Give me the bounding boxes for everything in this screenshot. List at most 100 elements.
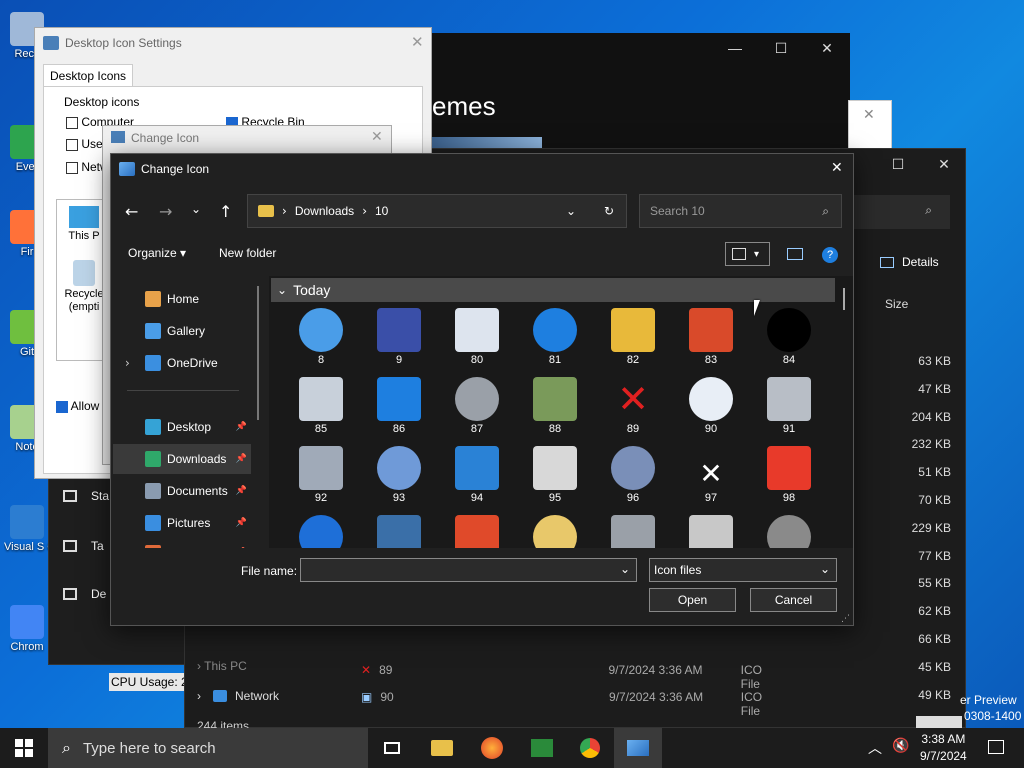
up-button[interactable]: ↑: [219, 202, 232, 221]
chevron-down-icon[interactable]: ⌄: [620, 562, 630, 576]
file-item[interactable]: 94: [442, 442, 512, 508]
file-item[interactable]: 8: [286, 304, 356, 370]
file-item[interactable]: 82: [598, 304, 668, 370]
file-item[interactable]: ✕ 97: [676, 442, 746, 508]
file-item[interactable]: [754, 511, 824, 548]
nav-item-gallery[interactable]: Gallery: [113, 316, 251, 346]
file-item[interactable]: 93: [364, 442, 434, 508]
notifications-icon[interactable]: [988, 740, 1004, 754]
view-button[interactable]: ▾: [725, 242, 770, 266]
file-item[interactable]: [676, 511, 746, 548]
file-item[interactable]: 96: [598, 442, 668, 508]
file-item[interactable]: 85: [286, 373, 356, 439]
task-view-button[interactable]: [368, 728, 416, 768]
checkbox[interactable]: [66, 138, 78, 151]
maximize-button[interactable]: ☐: [875, 149, 921, 179]
file-item[interactable]: 90: [676, 373, 746, 439]
file-item[interactable]: ✕ 89: [598, 373, 668, 439]
nav-item-onedrive[interactable]: › OneDrive: [113, 348, 251, 378]
file-item[interactable]: 83: [676, 304, 746, 370]
nav-item-music[interactable]: Music📌: [113, 538, 251, 548]
file-item[interactable]: 80: [442, 304, 512, 370]
file-item[interactable]: [364, 511, 434, 548]
help-icon[interactable]: ?: [822, 247, 838, 263]
start-button[interactable]: [0, 728, 48, 768]
close-icon[interactable]: ✕: [411, 33, 424, 51]
volume-muted-icon[interactable]: 🔇: [892, 738, 909, 754]
breadcrumb-10[interactable]: 10: [375, 204, 388, 218]
check-user[interactable]: User: [66, 137, 107, 151]
file-item[interactable]: 86: [364, 373, 434, 439]
tm-item-startup[interactable]: Sta: [63, 489, 109, 503]
desktop-icon[interactable]: Chrom: [4, 605, 50, 653]
minimize-button[interactable]: —: [712, 33, 758, 63]
maximize-button[interactable]: ☐: [758, 33, 804, 63]
desktop-icon: [145, 419, 161, 435]
taskbar-chrome[interactable]: [566, 728, 614, 768]
close-icon[interactable]: ✕: [863, 107, 875, 123]
nav-item-documents[interactable]: Documents 📌: [113, 476, 251, 506]
file-type-select[interactable]: Icon files ⌄: [649, 558, 837, 582]
file-item[interactable]: 87: [442, 373, 512, 439]
close-button[interactable]: ✕: [921, 149, 967, 179]
checkbox[interactable]: [56, 400, 68, 413]
chevron-down-icon[interactable]: ⌄: [566, 204, 576, 218]
organize-button[interactable]: Organize ▾: [128, 246, 186, 260]
search-input[interactable]: Search 10 ⌕: [639, 194, 842, 228]
checkbox[interactable]: [66, 161, 78, 174]
file-row[interactable]: ▣ 90 9/7/2024 3:36 AM ICO File: [361, 690, 781, 718]
checkbox[interactable]: [66, 116, 78, 129]
close-button[interactable]: ✕: [831, 160, 843, 176]
file-item[interactable]: [286, 511, 356, 548]
nav-this-pc[interactable]: › This PC: [197, 659, 247, 673]
refresh-icon[interactable]: ↻: [604, 204, 614, 218]
taskbar-control-panel[interactable]: [614, 728, 662, 768]
chevron-right-icon[interactable]: ›: [125, 356, 130, 370]
file-item[interactable]: 95: [520, 442, 590, 508]
file-item[interactable]: [442, 511, 512, 548]
taskbar-file-explorer[interactable]: [418, 728, 466, 768]
close-icon[interactable]: ✕: [371, 129, 383, 145]
nav-item-desktop[interactable]: Desktop 📌: [113, 412, 251, 442]
taskbar-search[interactable]: ⌕ Type here to search: [48, 728, 368, 768]
open-button[interactable]: Open: [649, 588, 736, 612]
forward-button[interactable]: →: [159, 202, 172, 221]
file-item[interactable]: 88: [520, 373, 590, 439]
cancel-button[interactable]: Cancel: [750, 588, 837, 612]
back-button[interactable]: ←: [125, 202, 138, 221]
check-allow-themes[interactable]: Allow t: [56, 399, 106, 413]
file-list-scrollbar[interactable]: [843, 288, 845, 310]
nav-item-pictures[interactable]: Pictures 📌: [113, 508, 251, 538]
resize-grip-icon[interactable]: ⋰: [841, 614, 850, 624]
close-button[interactable]: ✕: [804, 33, 850, 63]
preview-pane-button[interactable]: [787, 248, 803, 260]
view-toggle-buttons[interactable]: [916, 716, 962, 728]
taskbar-firefox[interactable]: [468, 728, 516, 768]
file-item[interactable]: 81: [520, 304, 590, 370]
show-hidden-icons[interactable]: ︿: [868, 738, 882, 758]
address-bar[interactable]: › Downloads › 10 ⌄ ↻: [247, 194, 627, 228]
file-item[interactable]: [520, 511, 590, 548]
group-header-today[interactable]: ⌄ Today: [271, 278, 835, 302]
tab-desktop-icons[interactable]: Desktop Icons: [43, 64, 134, 87]
details-button[interactable]: Details: [880, 255, 939, 269]
tm-item-tasks[interactable]: Ta: [63, 539, 104, 553]
file-item[interactable]: 98: [754, 442, 824, 508]
file-item[interactable]: 92: [286, 442, 356, 508]
file-row[interactable]: ✕ 89 9/7/2024 3:36 AM ICO File: [361, 663, 781, 691]
desktop-icon[interactable]: Visual S Cod: [4, 505, 50, 553]
nav-network[interactable]: › Network: [197, 689, 279, 703]
new-folder-button[interactable]: New folder: [219, 246, 276, 260]
file-name-input[interactable]: ⌄: [300, 558, 637, 582]
file-item[interactable]: 9: [364, 304, 434, 370]
clock[interactable]: 3:38 AM 9/7/2024: [920, 731, 967, 765]
breadcrumb-downloads[interactable]: Downloads: [295, 204, 354, 218]
taskbar-task-manager[interactable]: [518, 728, 566, 768]
nav-item-downloads[interactable]: Downloads 📌: [113, 444, 251, 474]
nav-item-home[interactable]: Home: [113, 284, 251, 314]
sidebar-scrollbar[interactable]: [257, 286, 259, 420]
tm-item-details[interactable]: De: [63, 587, 106, 601]
file-item[interactable]: [598, 511, 668, 548]
file-item[interactable]: 91: [754, 373, 824, 439]
recent-locations-button[interactable]: ⌄: [191, 202, 201, 216]
